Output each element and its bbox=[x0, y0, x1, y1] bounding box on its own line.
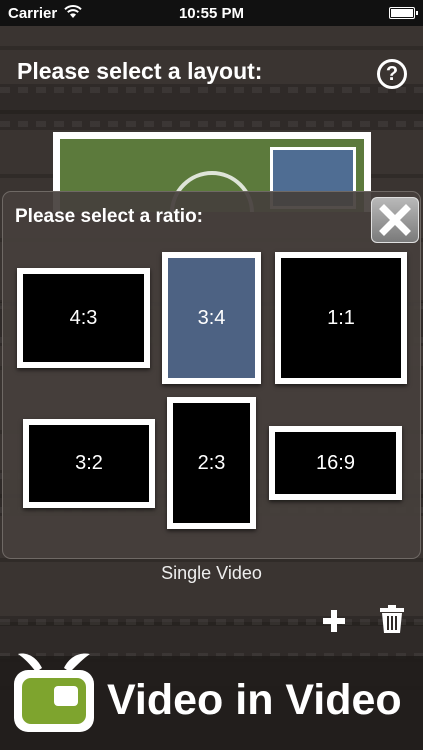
ratio-label: 2:3 bbox=[197, 451, 226, 474]
plus-icon bbox=[323, 610, 345, 632]
delete-button[interactable] bbox=[379, 604, 405, 634]
question-icon: ? bbox=[385, 62, 399, 85]
tv-logo-icon bbox=[14, 653, 94, 732]
close-icon bbox=[379, 204, 411, 236]
help-button[interactable]: ? bbox=[377, 59, 407, 89]
ratio-option-2-3[interactable]: 2:3 bbox=[167, 397, 256, 529]
ratio-label: 3:2 bbox=[75, 452, 103, 474]
ratio-option-4-3[interactable]: 4:3 bbox=[17, 268, 150, 368]
trash-icon bbox=[380, 605, 404, 633]
add-button[interactable] bbox=[321, 608, 347, 634]
ratio-option-1-1[interactable]: 1:1 bbox=[275, 252, 407, 384]
ratio-label: 4:3 bbox=[69, 306, 98, 329]
battery-icon bbox=[389, 7, 418, 19]
ratio-option-16-9[interactable]: 16:9 bbox=[269, 426, 402, 500]
layout-caption: Single Video bbox=[161, 563, 262, 583]
carrier-label: Carrier bbox=[8, 4, 58, 22]
ratio-dialog: Please select a ratio: 4:3 3:4 1:1 3:2 2… bbox=[2, 191, 421, 559]
ratio-label: 3:4 bbox=[197, 306, 226, 329]
ratio-option-3-4[interactable]: 3:4 bbox=[162, 252, 261, 384]
ratio-option-3-2[interactable]: 3:2 bbox=[23, 419, 155, 508]
wifi-icon bbox=[63, 4, 83, 23]
ratio-label: 1:1 bbox=[327, 306, 355, 329]
ratio-label: 16:9 bbox=[316, 451, 355, 474]
status-bar: Carrier 10:55 PM bbox=[0, 0, 423, 26]
close-button[interactable] bbox=[371, 197, 419, 243]
app-name: Video in Video bbox=[107, 676, 402, 724]
dialog-title: Please select a ratio: bbox=[15, 206, 203, 227]
page-title: Please select a layout: bbox=[17, 58, 263, 84]
